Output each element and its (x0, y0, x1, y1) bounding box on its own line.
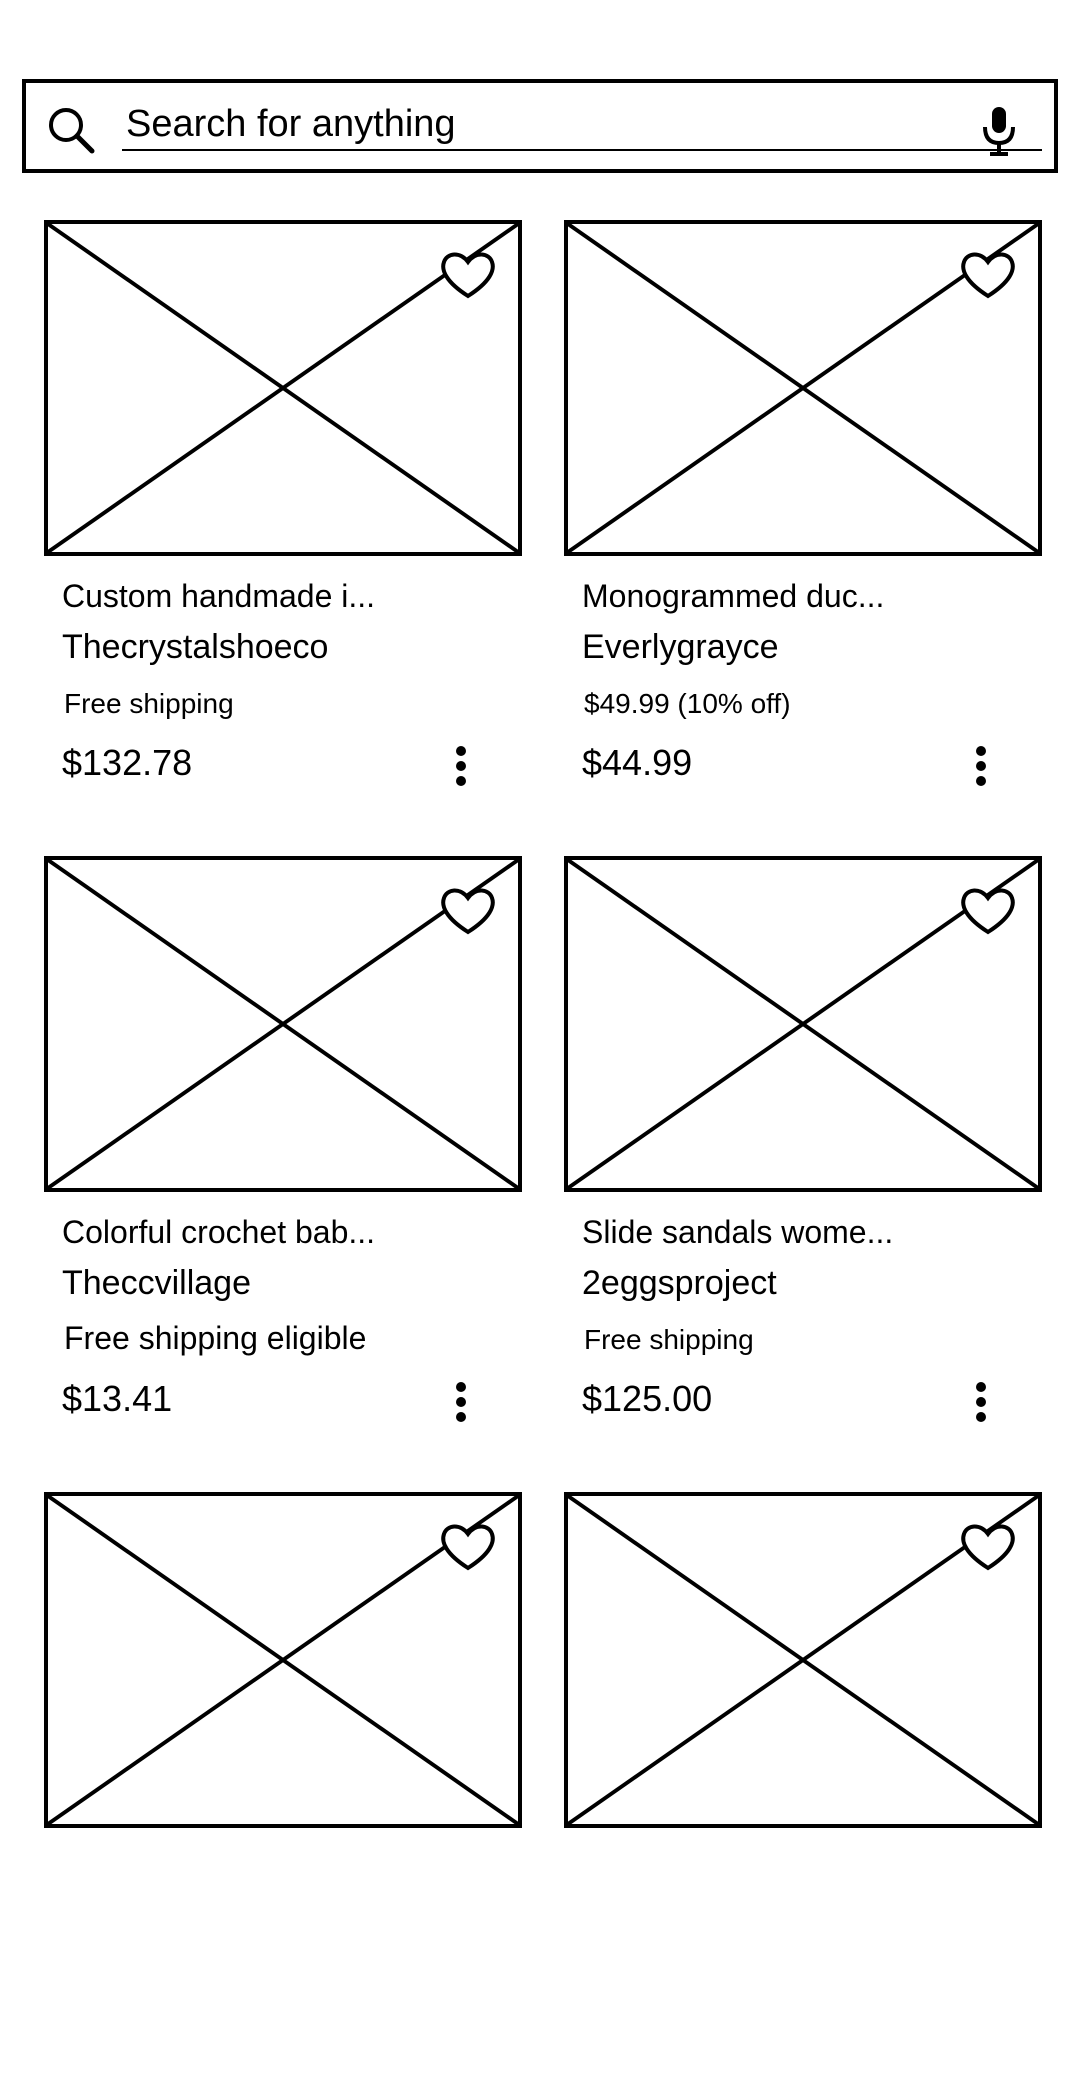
mic-icon[interactable] (980, 105, 1018, 157)
product-price: $13.41 (62, 1378, 173, 1419)
product-card[interactable] (44, 1492, 524, 2092)
product-price: $125.00 (582, 1378, 713, 1419)
product-card[interactable]: Colorful crochet bab... Theccvillage Fre… (44, 856, 524, 1456)
product-title[interactable]: Custom handmade i... (62, 578, 375, 615)
product-price: $132.78 (62, 742, 193, 783)
search-input[interactable] (122, 99, 1042, 151)
product-seller[interactable]: Thecrystalshoeco (62, 628, 328, 667)
heart-icon[interactable] (958, 884, 1018, 936)
more-vertical-icon[interactable] (450, 1381, 472, 1423)
product-original-price: $49.99 (10% off) (584, 688, 791, 719)
heart-icon[interactable] (438, 1520, 498, 1572)
product-image[interactable] (564, 856, 1042, 1192)
product-shipping: Free shipping eligible (64, 1320, 367, 1356)
product-image[interactable] (44, 1492, 522, 1828)
product-card[interactable]: Monogrammed duc... Everlygrayce $49.99 (… (564, 220, 1044, 820)
product-title[interactable]: Slide sandals wome... (582, 1214, 893, 1251)
product-price: $44.99 (582, 742, 693, 783)
product-seller[interactable]: Theccvillage (62, 1264, 251, 1303)
heart-icon[interactable] (438, 884, 498, 936)
more-vertical-icon[interactable] (450, 745, 472, 787)
more-vertical-icon[interactable] (970, 1381, 992, 1423)
more-vertical-icon[interactable] (970, 745, 992, 787)
product-image[interactable] (44, 220, 522, 556)
product-image[interactable] (44, 856, 522, 1192)
heart-icon[interactable] (958, 248, 1018, 300)
product-shipping: Free shipping (64, 688, 234, 719)
product-card[interactable]: Slide sandals wome... 2eggsproject Free … (564, 856, 1044, 1456)
heart-icon[interactable] (438, 248, 498, 300)
product-image[interactable] (564, 1492, 1042, 1828)
product-title[interactable]: Colorful crochet bab... (62, 1214, 375, 1251)
product-seller[interactable]: Everlygrayce (582, 628, 779, 667)
product-seller[interactable]: 2eggsproject (582, 1264, 777, 1303)
product-title[interactable]: Monogrammed duc... (582, 578, 884, 615)
product-card[interactable] (564, 1492, 1044, 2092)
search-icon[interactable] (46, 105, 98, 157)
product-image[interactable] (564, 220, 1042, 556)
product-shipping: Free shipping (584, 1324, 754, 1355)
heart-icon[interactable] (958, 1520, 1018, 1572)
product-card[interactable]: Custom handmade i... Thecrystalshoeco Fr… (44, 220, 524, 820)
search-bar (22, 79, 1058, 173)
